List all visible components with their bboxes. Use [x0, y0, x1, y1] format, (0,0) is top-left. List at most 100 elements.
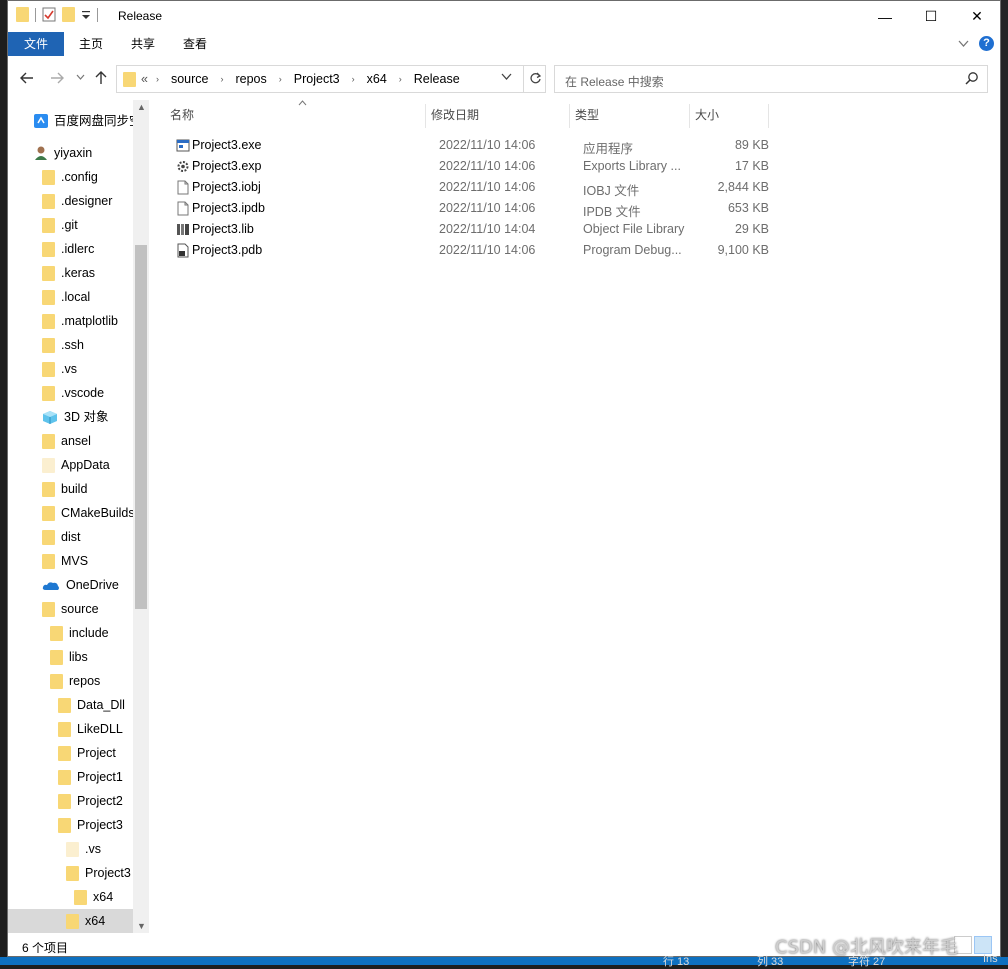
sidebar-item[interactable]: Data_Dll	[58, 693, 125, 717]
breadcrumb-repos[interactable]: repos	[235, 72, 266, 86]
sidebar-item[interactable]: dist	[42, 525, 80, 549]
file-date: 2022/11/10 14:04	[439, 222, 536, 236]
sidebar-item[interactable]: build	[42, 477, 87, 501]
sidebar-item[interactable]: .vs	[42, 357, 77, 381]
sidebar-item[interactable]: yiyaxin	[34, 141, 92, 165]
column-header-size[interactable]: 大小	[695, 100, 719, 130]
sidebar-item-label: dist	[61, 530, 81, 544]
breadcrumb-separator-icon[interactable]: ›	[399, 74, 402, 84]
nav-scrollbar[interactable]: ▲ ▼	[133, 100, 149, 933]
customize-toolbar-icon[interactable]	[81, 9, 91, 21]
scroll-down-icon[interactable]: ▼	[137, 921, 146, 931]
address-history-chevron-icon[interactable]	[501, 73, 512, 81]
sidebar-item[interactable]: .idlerc	[42, 237, 94, 261]
tab-view[interactable]: 查看	[170, 32, 220, 56]
sidebar-item[interactable]: .ssh	[42, 333, 84, 357]
sidebar-item-label: .designer	[61, 194, 113, 208]
properties-icon[interactable]	[42, 7, 56, 22]
sidebar-item[interactable]: .config	[42, 165, 98, 189]
sidebar-item[interactable]: Project1	[58, 765, 123, 789]
sidebar-item-label: .ssh	[61, 338, 84, 352]
column-header-date[interactable]: 修改日期	[431, 100, 479, 130]
sidebar-item[interactable]: .matplotlib	[42, 309, 118, 333]
sidebar-item[interactable]: 3D 对象	[42, 405, 108, 429]
onedrive-icon	[42, 581, 59, 590]
sidebar-item[interactable]: Project2	[58, 789, 123, 813]
sidebar-item[interactable]: include	[50, 621, 109, 645]
maximize-button[interactable]: ☐	[908, 1, 954, 32]
column-divider[interactable]	[689, 104, 690, 128]
breadcrumb-source[interactable]: source	[171, 72, 209, 86]
minimize-button[interactable]: —	[862, 1, 908, 32]
scroll-up-icon[interactable]: ▲	[137, 102, 146, 112]
search-box[interactable]: 在 Release 中搜索	[554, 65, 988, 93]
folder-icon	[42, 601, 55, 617]
breadcrumb-separator-icon[interactable]: ›	[220, 74, 223, 84]
table-row[interactable]: Project3.exp 2022/11/10 14:06 Exports Libr…	[172, 156, 972, 177]
sidebar-item[interactable]: Project3	[66, 861, 131, 885]
table-row[interactable]: Project3.ipdb 2022/11/10 14:06 IPDB 文件 653 …	[172, 198, 972, 219]
tab-share[interactable]: 共享	[118, 32, 168, 56]
sidebar-item[interactable]: OneDrive	[42, 573, 119, 597]
address-bar[interactable]: « › source › repos › Project3 › x64 › Re…	[116, 65, 546, 93]
file-type: Object File Library	[583, 222, 685, 236]
close-button[interactable]: ✕	[954, 1, 1000, 32]
column-divider[interactable]	[768, 104, 769, 128]
file-size: 2,844 KB	[717, 180, 769, 194]
table-row[interactable]: Project3.iobj 2022/11/10 14:06 IOBJ 文件 2,84…	[172, 177, 972, 198]
sidebar-item[interactable]: 百度网盘同步空	[34, 109, 142, 133]
recent-chevron-icon[interactable]	[76, 74, 85, 81]
watermark: CSDN @北风吹来年毛	[775, 937, 959, 958]
sort-ascending-icon	[298, 100, 307, 106]
search-input[interactable]: 在 Release 中搜索	[565, 73, 664, 90]
file-type: IPDB 文件	[583, 205, 641, 219]
scrollbar-thumb[interactable]	[135, 245, 147, 609]
sidebar-item[interactable]: .keras	[42, 261, 95, 285]
table-row[interactable]: Project3.lib 2022/11/10 14:04 Object File …	[172, 219, 972, 240]
column-header-type[interactable]: 类型	[575, 100, 599, 130]
table-row[interactable]: Project3.pdb 2022/11/10 14:06 Program Debu…	[172, 240, 972, 261]
breadcrumb-separator-icon[interactable]: ›	[279, 74, 282, 84]
sidebar-item[interactable]: CMakeBuilds	[42, 501, 135, 525]
breadcrumb-x64[interactable]: x64	[367, 72, 387, 86]
column-divider[interactable]	[569, 104, 570, 128]
sidebar-item[interactable]: libs	[50, 645, 88, 669]
sidebar-item[interactable]: x64	[74, 885, 113, 909]
sidebar-item[interactable]: .local	[42, 285, 90, 309]
new-folder-icon[interactable]	[62, 7, 75, 22]
sidebar-item[interactable]: Project3	[58, 813, 123, 837]
chevron-down-icon[interactable]	[958, 40, 969, 48]
column-divider[interactable]	[425, 104, 426, 128]
sidebar-item[interactable]: source	[42, 597, 99, 621]
sidebar-item[interactable]: Project	[58, 741, 116, 765]
table-row[interactable]: Project3.exe 2022/11/10 14:06 应用程序 89 KB	[172, 135, 972, 156]
tab-file[interactable]: 文件	[8, 32, 64, 56]
help-icon[interactable]: ?	[979, 36, 994, 51]
file-type: 应用程序	[583, 142, 634, 156]
file-name: Project3.ipdb	[192, 201, 265, 215]
sidebar-item[interactable]: repos	[50, 669, 100, 693]
sidebar-item[interactable]: AppData	[42, 453, 110, 477]
back-arrow-icon[interactable]	[20, 71, 34, 85]
sidebar-item[interactable]: MVS	[42, 549, 88, 573]
sidebar-item-label: MVS	[61, 554, 89, 568]
sidebar-item[interactable]: .vs	[66, 837, 101, 861]
column-header-name[interactable]: 名称	[170, 100, 194, 130]
breadcrumb-overflow[interactable]: «	[141, 72, 148, 86]
sidebar-item[interactable]: LikeDLL	[58, 717, 123, 741]
forward-arrow-icon[interactable]	[50, 71, 64, 85]
refresh-button[interactable]	[523, 66, 547, 92]
search-icon[interactable]	[965, 71, 979, 85]
sidebar-item[interactable]: x64	[8, 909, 133, 933]
sidebar-item[interactable]: ansel	[42, 429, 91, 453]
breadcrumb-project3[interactable]: Project3	[294, 72, 340, 86]
tab-home[interactable]: 主页	[66, 32, 116, 56]
up-arrow-icon[interactable]	[94, 71, 108, 85]
large-icons-view-button[interactable]	[974, 936, 992, 954]
breadcrumb-separator-icon[interactable]: ›	[352, 74, 355, 84]
breadcrumb-release[interactable]: Release	[414, 72, 460, 86]
sidebar-item[interactable]: .vscode	[42, 381, 104, 405]
breadcrumb-separator-icon[interactable]: ›	[156, 74, 159, 84]
sidebar-item[interactable]: .git	[42, 213, 78, 237]
sidebar-item[interactable]: .designer	[42, 189, 112, 213]
